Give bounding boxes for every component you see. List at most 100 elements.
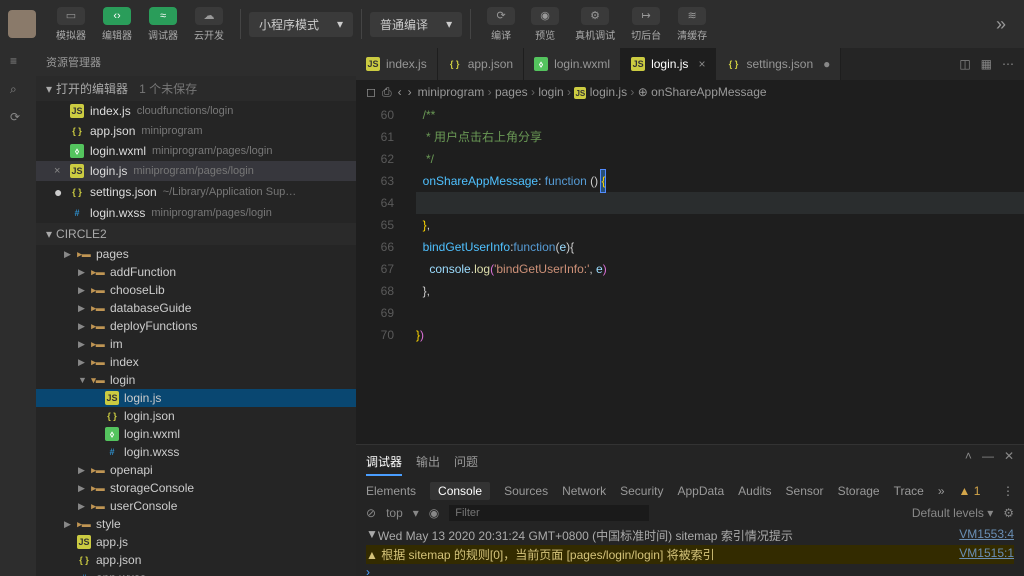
breadcrumb-seg[interactable]: ⊕ onShareAppMessage <box>638 85 767 99</box>
mode-dropdown[interactable]: 小程序模式▾ <box>249 12 353 37</box>
log-source-link[interactable]: VM1553:4 <box>959 527 1014 544</box>
json-file-icon: { } <box>70 185 84 199</box>
menu-icon[interactable]: ≡ <box>10 54 26 70</box>
devtools-tab-Storage[interactable]: Storage <box>838 484 880 498</box>
devtools-tab-Elements[interactable]: Elements <box>366 484 416 498</box>
levels-dropdown[interactable]: Default levels ▾ <box>912 506 993 520</box>
wxss-file-icon: # <box>105 445 119 459</box>
devtools-tab-Trace[interactable]: Trace <box>894 484 924 498</box>
devtab-problems[interactable]: 问题 <box>454 449 478 476</box>
top-context[interactable]: top <box>386 506 403 520</box>
tree-item[interactable]: JSlogin.js <box>36 389 356 407</box>
editor-tab[interactable]: { }app.json <box>438 48 524 80</box>
action-真机调试[interactable]: ⚙真机调试 <box>567 3 623 46</box>
layout-icon[interactable]: ▦ <box>981 57 992 71</box>
avatar[interactable] <box>8 10 36 38</box>
minimize-icon[interactable]: — <box>982 449 994 476</box>
close-icon[interactable]: ✕ <box>1004 449 1014 476</box>
breadcrumb-seg[interactable]: login <box>538 85 563 99</box>
devtools-tab-Security[interactable]: Security <box>620 484 663 498</box>
open-file-row[interactable]: JSindex.jscloudfunctions/login <box>36 101 356 121</box>
chevron-up-icon[interactable]: ˄ <box>965 449 972 476</box>
devtools-tab-Audits[interactable]: Audits <box>738 484 771 498</box>
refresh-icon[interactable]: ⟳ <box>10 110 26 126</box>
breadcrumb-seg[interactable]: miniprogram <box>418 85 485 99</box>
eye-icon[interactable]: ◉ <box>429 506 439 520</box>
tree-item[interactable]: ▼▾▬login <box>36 371 356 389</box>
search-icon[interactable]: ⌕ <box>10 82 26 98</box>
toolbar-模拟器[interactable]: ▭模拟器 <box>48 3 94 46</box>
nav-back-icon[interactable]: ‹ <box>398 85 402 99</box>
editor-tab[interactable]: JSindex.js <box>356 48 438 80</box>
breadcrumb[interactable]: ◻ ⎙ ‹ › miniprogram › pages › login › JS… <box>356 80 1024 104</box>
tab-close-icon[interactable]: ● <box>823 57 830 71</box>
console-log[interactable]: ▼ Wed May 13 2020 20:31:24 GMT+0800 (中国标… <box>356 524 1024 576</box>
more-icon[interactable]: » <box>986 14 1016 35</box>
panel-title: 资源管理器 <box>36 48 356 76</box>
devtools-tab-Sensor[interactable]: Sensor <box>786 484 824 498</box>
tree-item[interactable]: { }app.json <box>36 551 356 569</box>
tree-item[interactable]: ▶▸▬storageConsole <box>36 479 356 497</box>
devtab-output[interactable]: 输出 <box>416 449 440 476</box>
tree-item[interactable]: ▶▸▬addFunction <box>36 263 356 281</box>
action-编译[interactable]: ⟳编译 <box>479 3 523 46</box>
action-清缓存[interactable]: ≋清缓存 <box>669 3 715 46</box>
open-file-row[interactable]: { }app.jsonminiprogram <box>36 121 356 141</box>
settings-icon[interactable]: ⚙ <box>1003 506 1014 520</box>
code-editor[interactable]: 6061626364656667686970 /** * 用户点击右上角分享 *… <box>356 104 1024 444</box>
breadcrumb-seg[interactable]: JS login.js <box>574 85 627 99</box>
nav-fwd-icon[interactable]: › <box>408 85 412 99</box>
wxss-file-icon: # <box>77 571 91 576</box>
folder-icon: ▸▬ <box>77 517 91 531</box>
tree-item[interactable]: ▶▸▬openapi <box>36 461 356 479</box>
bookmark-icon[interactable]: ◻ <box>366 85 376 99</box>
tree-item[interactable]: ▶▸▬chooseLib <box>36 281 356 299</box>
tree-item[interactable]: #login.wxss <box>36 443 356 461</box>
tree-item[interactable]: ▶▸▬style <box>36 515 356 533</box>
devtools-tab-Network[interactable]: Network <box>562 484 606 498</box>
wxss-file-icon: # <box>70 206 84 220</box>
filter-input[interactable] <box>449 505 649 521</box>
editor-tab[interactable]: JSlogin.js× <box>621 48 716 80</box>
toolbar-编辑器[interactable]: ‹›编辑器 <box>94 3 140 46</box>
activity-bar: ≡ ⌕ ⟳ <box>0 48 36 576</box>
editor-tab[interactable]: { }settings.json● <box>716 48 841 80</box>
tree-item[interactable]: ▶▸▬userConsole <box>36 497 356 515</box>
breadcrumb-seg[interactable]: pages <box>495 85 528 99</box>
tree-item[interactable]: ⬨login.wxml <box>36 425 356 443</box>
tree-item[interactable]: JSapp.js <box>36 533 356 551</box>
tab-close-icon[interactable]: × <box>698 57 705 71</box>
editor-tab[interactable]: ⬨login.wxml <box>524 48 621 80</box>
action-切后台[interactable]: ↦切后台 <box>623 3 669 46</box>
open-file-row[interactable]: #login.wxssminiprogram/pages/login <box>36 203 356 223</box>
log-source-link[interactable]: VM1515:1 <box>959 546 1014 563</box>
split-icon[interactable]: ◫ <box>959 57 970 71</box>
warning-badge[interactable]: ▲ 1 <box>959 484 981 498</box>
open-file-row[interactable]: ×JSlogin.jsminiprogram/pages/login <box>36 161 356 181</box>
tree-item[interactable]: { }login.json <box>36 407 356 425</box>
editor-tabs: JSindex.js{ }app.json⬨login.wxmlJSlogin.… <box>356 48 1024 80</box>
compile-dropdown[interactable]: 普通编译▾ <box>370 12 462 37</box>
devtools-tab-Sources[interactable]: Sources <box>504 484 548 498</box>
tree-item[interactable]: ▶▸▬index <box>36 353 356 371</box>
action-预览[interactable]: ◉预览 <box>523 3 567 46</box>
open-file-row[interactable]: ⬨login.wxmlminiprogram/pages/login <box>36 141 356 161</box>
devtools-tab-AppData[interactable]: AppData <box>677 484 724 498</box>
toolbar-调试器[interactable]: ≈调试器 <box>140 3 186 46</box>
tree-item[interactable]: #app.wxss <box>36 569 356 576</box>
clear-icon[interactable]: ⊘ <box>366 506 376 520</box>
devtab-debugger[interactable]: 调试器 <box>366 449 402 476</box>
devtools-tab-Console[interactable]: Console <box>430 482 490 500</box>
project-header[interactable]: ▾CIRCLE2 <box>36 223 356 245</box>
tree-item[interactable]: ▶▸▬pages <box>36 245 356 263</box>
tree-item[interactable]: ▶▸▬databaseGuide <box>36 299 356 317</box>
tree-item[interactable]: ▶▸▬im <box>36 335 356 353</box>
save-icon[interactable]: ⎙ <box>382 85 392 100</box>
more-icon[interactable]: » <box>938 484 945 498</box>
open-file-row[interactable]: ●{ }settings.json~/Library/Application S… <box>36 181 356 203</box>
more-icon[interactable]: ⋯ <box>1002 57 1014 71</box>
toolbar-云开发[interactable]: ☁云开发 <box>186 3 232 46</box>
dots-icon[interactable]: ⋮ <box>1002 484 1014 498</box>
open-editors-header[interactable]: ▾打开的编辑器 1 个未保存 <box>36 76 356 101</box>
tree-item[interactable]: ▶▸▬deployFunctions <box>36 317 356 335</box>
